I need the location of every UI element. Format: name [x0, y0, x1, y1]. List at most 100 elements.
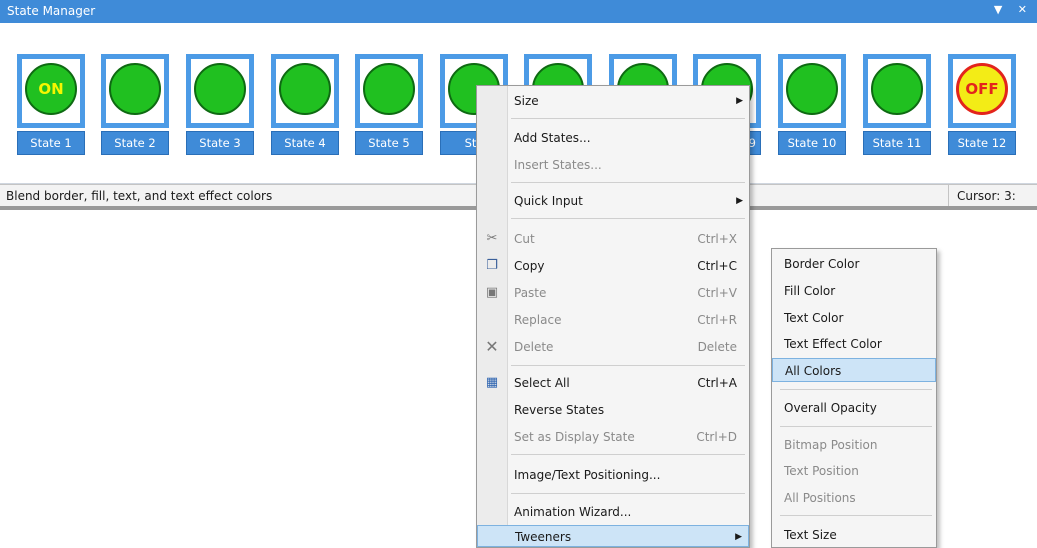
delete-icon: ✕	[485, 337, 499, 356]
state-preview	[191, 59, 249, 123]
submenu-arrow-icon: ▶	[736, 196, 743, 206]
menu-item-label: Tweeners	[515, 530, 572, 544]
state-label[interactable]: State 5	[355, 131, 423, 155]
state-indicator	[109, 63, 161, 115]
state-label[interactable]: State 3	[186, 131, 254, 155]
menu-item-all-colors[interactable]: All Colors	[772, 358, 936, 382]
menu-item-label: Reverse States	[514, 403, 605, 417]
state-label[interactable]: State 10	[778, 131, 846, 155]
select-all-icon: ▦	[485, 375, 499, 390]
state-indicator	[786, 63, 838, 115]
menu-item-paste[interactable]: ▣ Paste Ctrl+V	[477, 281, 749, 305]
menu-item-shortcut: Ctrl+X	[697, 232, 737, 246]
menu-item-add-states[interactable]: Add States...	[477, 126, 749, 150]
menu-item-label: All Positions	[784, 491, 856, 505]
state-preview: ON	[22, 59, 80, 123]
menu-separator	[511, 182, 745, 183]
menu-item-quick-input[interactable]: Quick Input ▶	[477, 189, 749, 213]
menu-item-label: Text Position	[784, 464, 859, 478]
menu-separator	[780, 389, 932, 390]
menu-item-select-all[interactable]: ▦ Select All Ctrl+A	[477, 371, 749, 395]
state-tile-12[interactable]: OFF State 12	[948, 54, 1016, 174]
menu-item-shortcut: Ctrl+A	[697, 376, 737, 390]
state-tile-5[interactable]: State 5	[355, 54, 423, 174]
menu-item-insert-states[interactable]: Insert States...	[477, 153, 749, 177]
menu-item-text-size[interactable]: Text Size	[772, 523, 936, 547]
state-tile-3[interactable]: State 3	[186, 54, 254, 174]
menu-item-border-color[interactable]: Border Color	[772, 252, 936, 276]
menu-item-label: Fill Color	[784, 284, 836, 298]
menu-item-cut[interactable]: ✂ Cut Ctrl+X	[477, 227, 749, 251]
state-preview	[276, 59, 334, 123]
menu-item-overall-opacity[interactable]: Overall Opacity	[772, 396, 936, 420]
menu-item-label: All Colors	[785, 364, 842, 378]
state-label[interactable]: State 2	[101, 131, 169, 155]
menu-separator	[780, 515, 932, 516]
menu-item-label: Size	[514, 94, 539, 108]
submenu-arrow-icon: ▶	[736, 96, 743, 106]
state-tile-11[interactable]: State 11	[863, 54, 931, 174]
menu-item-label: Copy	[514, 259, 545, 273]
menu-item-tweeners[interactable]: Tweeners ▶	[477, 525, 749, 547]
submenu-arrow-icon: ▶	[735, 532, 742, 542]
title-bar: State Manager ▼ ✕	[0, 0, 1037, 23]
state-tile-4[interactable]: State 4	[271, 54, 339, 174]
menu-item-label: Quick Input	[514, 194, 583, 208]
menu-separator	[511, 493, 745, 494]
state-indicator	[279, 63, 331, 115]
state-preview: OFF	[953, 59, 1011, 123]
state-indicator: ON	[25, 63, 77, 115]
menu-item-label: Add States...	[514, 131, 591, 145]
state-tile-2[interactable]: State 2	[101, 54, 169, 174]
menu-item-bitmap-position[interactable]: Bitmap Position	[772, 433, 936, 457]
menu-item-copy[interactable]: ❐ Copy Ctrl+C	[477, 254, 749, 278]
state-label[interactable]: State 1	[17, 131, 85, 155]
menu-item-label: Paste	[514, 286, 547, 300]
state-preview	[783, 59, 841, 123]
state-label[interactable]: State 11	[863, 131, 931, 155]
menu-item-fill-color[interactable]: Fill Color	[772, 279, 936, 303]
menu-item-label: Set as Display State	[514, 430, 635, 444]
menu-item-text-effect-color[interactable]: Text Effect Color	[772, 332, 936, 356]
window-controls[interactable]: ▼ ✕	[994, 3, 1033, 16]
menu-item-label: Overall Opacity	[784, 401, 877, 415]
menu-item-replace[interactable]: Replace Ctrl+R	[477, 308, 749, 332]
menu-item-label: Animation Wizard...	[514, 505, 632, 519]
cursor-readout: Cursor: 3:	[948, 185, 1037, 207]
menu-item-shortcut: Ctrl+C	[697, 259, 737, 273]
menu-item-animation-wizard[interactable]: Animation Wizard...	[477, 500, 749, 524]
menu-item-shortcut: Ctrl+V	[697, 286, 737, 300]
menu-separator	[511, 218, 745, 219]
menu-separator	[511, 118, 745, 119]
state-tile-10[interactable]: State 10	[778, 54, 846, 174]
state-label[interactable]: State 12	[948, 131, 1016, 155]
menu-item-text-color[interactable]: Text Color	[772, 306, 936, 330]
state-preview	[868, 59, 926, 123]
state-indicator: OFF	[956, 63, 1008, 115]
context-menu: Size ▶ Add States... Insert States... Qu…	[476, 85, 750, 548]
menu-item-label: Cut	[514, 232, 535, 246]
menu-item-shortcut: Delete	[697, 340, 737, 354]
menu-item-label: Bitmap Position	[784, 438, 878, 452]
menu-item-text-position[interactable]: Text Position	[772, 459, 936, 483]
menu-item-shortcut: Ctrl+D	[696, 430, 737, 444]
menu-item-size[interactable]: Size ▶	[477, 89, 749, 113]
menu-item-set-display-state[interactable]: Set as Display State Ctrl+D	[477, 425, 749, 449]
state-preview	[106, 59, 164, 123]
menu-item-label: Image/Text Positioning...	[514, 468, 661, 482]
state-preview	[360, 59, 418, 123]
state-tile-1[interactable]: ON State 1	[17, 54, 85, 174]
menu-item-label: Select All	[514, 376, 570, 390]
menu-item-all-positions[interactable]: All Positions	[772, 486, 936, 510]
menu-item-label: Insert States...	[514, 158, 602, 172]
menu-item-label: Delete	[514, 340, 554, 354]
menu-item-label: Text Color	[784, 311, 844, 325]
menu-item-label: Border Color	[784, 257, 860, 271]
menu-item-delete[interactable]: ✕ Delete Delete	[477, 335, 749, 359]
menu-item-image-text-positioning[interactable]: Image/Text Positioning...	[477, 463, 749, 487]
menu-separator	[511, 454, 745, 455]
menu-item-label: Text Effect Color	[784, 337, 882, 351]
menu-item-shortcut: Ctrl+R	[697, 313, 737, 327]
menu-item-reverse-states[interactable]: Reverse States	[477, 398, 749, 422]
state-label[interactable]: State 4	[271, 131, 339, 155]
